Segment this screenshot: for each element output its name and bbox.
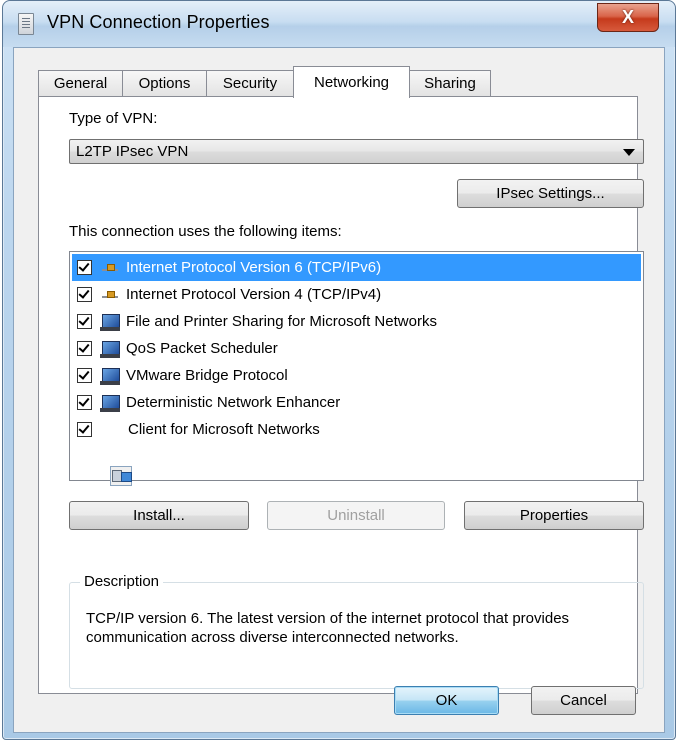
vpn-type-value: L2TP IPsec VPN — [76, 143, 189, 160]
checkbox[interactable] — [77, 341, 92, 356]
document-icon — [18, 13, 34, 35]
list-item-label: Internet Protocol Version 4 (TCP/IPv4) — [126, 286, 382, 303]
title-bar[interactable]: VPN Connection Properties X — [3, 1, 675, 47]
chevron-down-icon[interactable] — [623, 149, 635, 156]
ok-button[interactable]: OK — [394, 686, 499, 715]
checkbox[interactable] — [77, 260, 92, 275]
list-item-label: Internet Protocol Version 6 (TCP/IPv6) — [126, 259, 382, 276]
network-client-icon — [110, 465, 132, 486]
window-title: VPN Connection Properties — [47, 12, 270, 32]
properties-button[interactable]: Properties — [464, 501, 644, 530]
list-item[interactable]: Client for Microsoft Networks — [72, 416, 641, 486]
close-button[interactable]: X — [597, 3, 659, 32]
list-item[interactable]: Internet Protocol Version 6 (TCP/IPv6) — [72, 254, 641, 281]
items-label: This connection uses the following items… — [69, 223, 342, 240]
dialog-window: VPN Connection Properties X General Opti… — [2, 0, 676, 740]
list-item[interactable]: QoS Packet Scheduler — [72, 335, 641, 362]
checkbox[interactable] — [77, 422, 92, 437]
network-service-icon — [100, 367, 120, 385]
checkbox[interactable] — [77, 287, 92, 302]
list-item[interactable]: VMware Bridge Protocol — [72, 362, 641, 389]
tab-networking[interactable]: Networking — [293, 66, 410, 98]
networking-tab-panel: Type of VPN: L2TP IPsec VPN IPsec Settin… — [38, 96, 644, 694]
description-text: TCP/IP version 6. The latest version of … — [86, 610, 570, 646]
cancel-button[interactable]: Cancel — [531, 686, 636, 715]
list-item-label: Deterministic Network Enhancer — [126, 394, 341, 411]
list-item[interactable]: File and Printer Sharing for Microsoft N… — [72, 308, 641, 335]
network-service-icon — [100, 394, 120, 412]
list-item[interactable]: Deterministic Network Enhancer — [72, 389, 641, 416]
description-group: Description TCP/IP version 6. The latest… — [69, 573, 644, 689]
checkbox[interactable] — [77, 314, 92, 329]
description-legend: Description — [80, 573, 164, 590]
vpn-type-select[interactable]: L2TP IPsec VPN — [69, 139, 644, 164]
network-protocol-icon — [100, 286, 120, 304]
uninstall-button[interactable]: Uninstall — [267, 501, 445, 530]
tab-security[interactable]: Security — [206, 70, 294, 96]
dialog-client-area: General Options Security Networking Shar… — [13, 47, 665, 733]
tab-general[interactable]: General — [38, 70, 123, 96]
list-item-label: Client for Microsoft Networks — [128, 421, 320, 438]
tab-sharing[interactable]: Sharing — [409, 70, 491, 96]
network-protocol-icon — [100, 259, 120, 277]
list-item-label: File and Printer Sharing for Microsoft N… — [126, 313, 437, 330]
network-service-icon — [100, 340, 120, 358]
list-item[interactable]: Internet Protocol Version 4 (TCP/IPv4) — [72, 281, 641, 308]
list-item-label: VMware Bridge Protocol — [126, 367, 288, 384]
ipsec-settings-button[interactable]: IPsec Settings... — [457, 179, 644, 208]
checkbox[interactable] — [77, 395, 92, 410]
install-button[interactable]: Install... — [69, 501, 249, 530]
components-list[interactable]: Internet Protocol Version 6 (TCP/IPv6) I… — [69, 251, 644, 486]
list-item-label: QoS Packet Scheduler — [126, 340, 278, 357]
vpn-type-label: Type of VPN: — [69, 110, 158, 127]
network-service-icon — [100, 313, 120, 331]
tab-options[interactable]: Options — [122, 70, 207, 96]
checkbox[interactable] — [77, 368, 92, 383]
